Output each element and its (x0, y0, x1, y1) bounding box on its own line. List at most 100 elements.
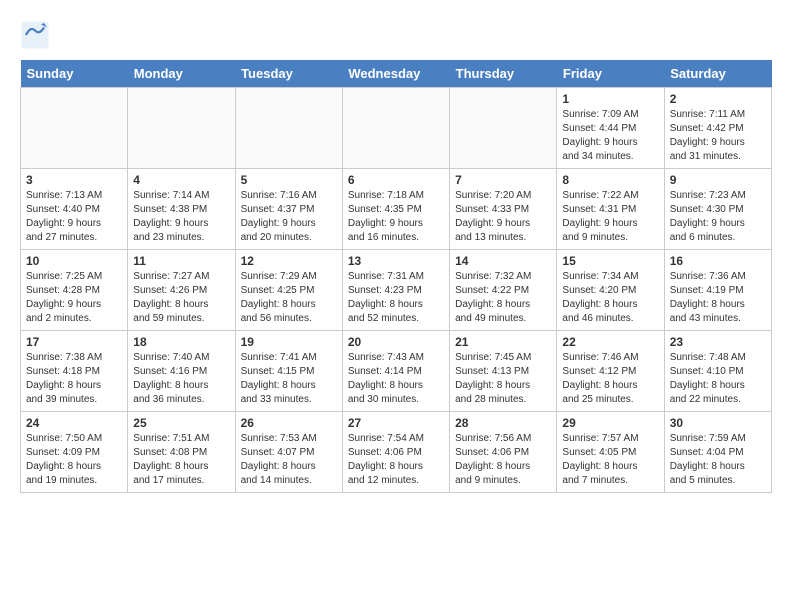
calendar-cell: 16 Sunrise: 7:36 AM Sunset: 4:19 PM Dayli… (664, 250, 771, 331)
calendar-cell: 12 Sunrise: 7:29 AM Sunset: 4:25 PM Dayli… (235, 250, 342, 331)
day-info: Sunrise: 7:14 AM Sunset: 4:38 PM Dayligh… (133, 189, 229, 245)
day-info: Sunrise: 7:13 AM Sunset: 4:40 PM Dayligh… (26, 189, 122, 245)
day-info: Sunrise: 7:48 AM Sunset: 4:10 PM Dayligh… (670, 351, 766, 407)
day-info: Sunrise: 7:57 AM Sunset: 4:05 PM Dayligh… (562, 432, 658, 488)
calendar-cell: 15 Sunrise: 7:34 AM Sunset: 4:20 PM Dayli… (557, 250, 664, 331)
calendar-cell: 7 Sunrise: 7:20 AM Sunset: 4:33 PM Daylig… (450, 169, 557, 250)
calendar-cell (342, 88, 449, 169)
day-number: 6 (348, 173, 444, 187)
calendar-cell: 26 Sunrise: 7:53 AM Sunset: 4:07 PM Dayli… (235, 412, 342, 493)
day-number: 18 (133, 335, 229, 349)
day-number: 25 (133, 416, 229, 430)
day-number: 22 (562, 335, 658, 349)
day-info: Sunrise: 7:22 AM Sunset: 4:31 PM Dayligh… (562, 189, 658, 245)
day-number: 15 (562, 254, 658, 268)
day-number: 28 (455, 416, 551, 430)
day-info: Sunrise: 7:38 AM Sunset: 4:18 PM Dayligh… (26, 351, 122, 407)
calendar-cell: 8 Sunrise: 7:22 AM Sunset: 4:31 PM Daylig… (557, 169, 664, 250)
calendar-cell: 20 Sunrise: 7:43 AM Sunset: 4:14 PM Dayli… (342, 331, 449, 412)
day-info: Sunrise: 7:54 AM Sunset: 4:06 PM Dayligh… (348, 432, 444, 488)
day-header-sunday: Sunday (21, 60, 128, 88)
logo-icon (20, 20, 50, 50)
day-number: 17 (26, 335, 122, 349)
calendar-cell: 17 Sunrise: 7:38 AM Sunset: 4:18 PM Dayli… (21, 331, 128, 412)
calendar-cell: 5 Sunrise: 7:16 AM Sunset: 4:37 PM Daylig… (235, 169, 342, 250)
calendar-cell: 10 Sunrise: 7:25 AM Sunset: 4:28 PM Dayli… (21, 250, 128, 331)
day-header-saturday: Saturday (664, 60, 771, 88)
calendar-cell: 14Sunrise: 7:32 AM Sunset: 4:22 PM Dayli… (450, 250, 557, 331)
day-info: Sunrise: 7:11 AM Sunset: 4:42 PM Dayligh… (670, 108, 766, 164)
day-info: Sunrise: 7:53 AM Sunset: 4:07 PM Dayligh… (241, 432, 337, 488)
day-number: 26 (241, 416, 337, 430)
day-number: 12 (241, 254, 337, 268)
day-number: 8 (562, 173, 658, 187)
day-number: 1 (562, 92, 658, 106)
day-number: 14 (455, 254, 551, 268)
day-number: 11 (133, 254, 229, 268)
day-info: Sunrise: 7:29 AM Sunset: 4:25 PM Dayligh… (241, 270, 337, 326)
calendar-table: SundayMondayTuesdayWednesdayThursdayFrid… (20, 60, 772, 493)
day-number: 3 (26, 173, 122, 187)
calendar-cell: 22 Sunrise: 7:46 AM Sunset: 4:12 PM Dayli… (557, 331, 664, 412)
calendar-cell: 3 Sunrise: 7:13 AM Sunset: 4:40 PM Daylig… (21, 169, 128, 250)
calendar-cell (128, 88, 235, 169)
day-info: Sunrise: 7:23 AM Sunset: 4:30 PM Dayligh… (670, 189, 766, 245)
calendar-cell: 27 Sunrise: 7:54 AM Sunset: 4:06 PM Dayli… (342, 412, 449, 493)
day-info: Sunrise: 7:43 AM Sunset: 4:14 PM Dayligh… (348, 351, 444, 407)
day-info: Sunrise: 7:09 AM Sunset: 4:44 PM Dayligh… (562, 108, 658, 164)
day-info: Sunrise: 7:59 AM Sunset: 4:04 PM Dayligh… (670, 432, 766, 488)
day-info: Sunrise: 7:40 AM Sunset: 4:16 PM Dayligh… (133, 351, 229, 407)
day-header-thursday: Thursday (450, 60, 557, 88)
day-info: Sunrise: 7:31 AM Sunset: 4:23 PM Dayligh… (348, 270, 444, 326)
day-info: Sunrise: 7:34 AM Sunset: 4:20 PM Dayligh… (562, 270, 658, 326)
calendar-cell: 25 Sunrise: 7:51 AM Sunset: 4:08 PM Dayli… (128, 412, 235, 493)
calendar-cell (21, 88, 128, 169)
day-info: Sunrise: 7:46 AM Sunset: 4:12 PM Dayligh… (562, 351, 658, 407)
day-number: 21 (455, 335, 551, 349)
day-info: Sunrise: 7:51 AM Sunset: 4:08 PM Dayligh… (133, 432, 229, 488)
calendar-cell: 21 Sunrise: 7:45 AM Sunset: 4:13 PM Dayli… (450, 331, 557, 412)
day-number: 20 (348, 335, 444, 349)
calendar-cell: 23 Sunrise: 7:48 AM Sunset: 4:10 PM Dayli… (664, 331, 771, 412)
day-header-wednesday: Wednesday (342, 60, 449, 88)
day-info: Sunrise: 7:36 AM Sunset: 4:19 PM Dayligh… (670, 270, 766, 326)
day-info: Sunrise: 7:25 AM Sunset: 4:28 PM Dayligh… (26, 270, 122, 326)
calendar-cell: 11Sunrise: 7:27 AM Sunset: 4:26 PM Dayli… (128, 250, 235, 331)
week-row-1: 1 Sunrise: 7:09 AM Sunset: 4:44 PM Daylig… (21, 88, 772, 169)
day-number: 16 (670, 254, 766, 268)
day-number: 10 (26, 254, 122, 268)
day-number: 19 (241, 335, 337, 349)
day-info: Sunrise: 7:18 AM Sunset: 4:35 PM Dayligh… (348, 189, 444, 245)
day-number: 9 (670, 173, 766, 187)
day-number: 2 (670, 92, 766, 106)
day-number: 30 (670, 416, 766, 430)
day-info: Sunrise: 7:45 AM Sunset: 4:13 PM Dayligh… (455, 351, 551, 407)
calendar-cell: 24Sunrise: 7:50 AM Sunset: 4:09 PM Dayli… (21, 412, 128, 493)
calendar-cell: 18 Sunrise: 7:40 AM Sunset: 4:16 PM Dayli… (128, 331, 235, 412)
day-info: Sunrise: 7:20 AM Sunset: 4:33 PM Dayligh… (455, 189, 551, 245)
calendar-cell: 4 Sunrise: 7:14 AM Sunset: 4:38 PM Daylig… (128, 169, 235, 250)
calendar-cell: 29Sunrise: 7:57 AM Sunset: 4:05 PM Dayli… (557, 412, 664, 493)
day-number: 4 (133, 173, 229, 187)
week-row-5: 24Sunrise: 7:50 AM Sunset: 4:09 PM Dayli… (21, 412, 772, 493)
calendar-cell: 2 Sunrise: 7:11 AM Sunset: 4:42 PM Daylig… (664, 88, 771, 169)
calendar-cell: 28Sunrise: 7:56 AM Sunset: 4:06 PM Dayli… (450, 412, 557, 493)
day-number: 5 (241, 173, 337, 187)
day-number: 13 (348, 254, 444, 268)
calendar-cell: 19Sunrise: 7:41 AM Sunset: 4:15 PM Dayli… (235, 331, 342, 412)
day-info: Sunrise: 7:50 AM Sunset: 4:09 PM Dayligh… (26, 432, 122, 488)
day-number: 27 (348, 416, 444, 430)
calendar-cell: 6 Sunrise: 7:18 AM Sunset: 4:35 PM Daylig… (342, 169, 449, 250)
day-info: Sunrise: 7:16 AM Sunset: 4:37 PM Dayligh… (241, 189, 337, 245)
calendar-cell: 1 Sunrise: 7:09 AM Sunset: 4:44 PM Daylig… (557, 88, 664, 169)
day-number: 23 (670, 335, 766, 349)
calendar-cell: 13 Sunrise: 7:31 AM Sunset: 4:23 PM Dayli… (342, 250, 449, 331)
header-row: SundayMondayTuesdayWednesdayThursdayFrid… (21, 60, 772, 88)
day-number: 7 (455, 173, 551, 187)
page-header (20, 20, 772, 50)
calendar-cell: 30 Sunrise: 7:59 AM Sunset: 4:04 PM Dayli… (664, 412, 771, 493)
calendar-cell (450, 88, 557, 169)
logo (20, 20, 54, 50)
calendar-cell (235, 88, 342, 169)
day-header-tuesday: Tuesday (235, 60, 342, 88)
